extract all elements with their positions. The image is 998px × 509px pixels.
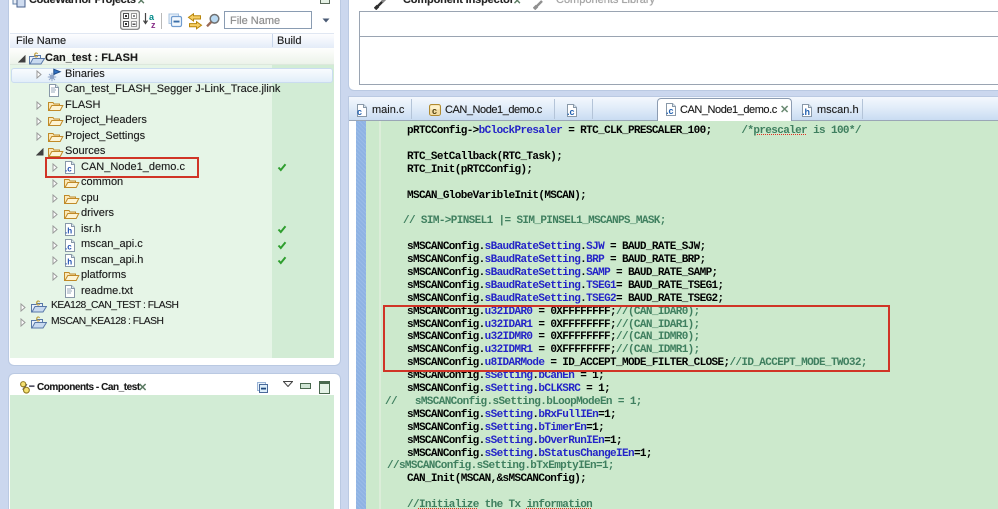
svg-text:C: C [36,301,40,309]
svg-text:.c: .c [65,242,72,251]
svg-text:.h: .h [802,107,810,117]
svg-text:.c: .c [666,106,674,116]
svg-text:C: C [36,316,40,324]
svg-text:.h: .h [65,258,72,267]
svg-text:C: C [34,53,38,61]
svg-text:c: c [432,106,437,116]
svg-text:.c: .c [567,107,575,117]
svg-text:c: c [357,107,362,117]
svg-text:z: z [151,20,156,29]
svg-text:.h: .h [65,227,72,236]
